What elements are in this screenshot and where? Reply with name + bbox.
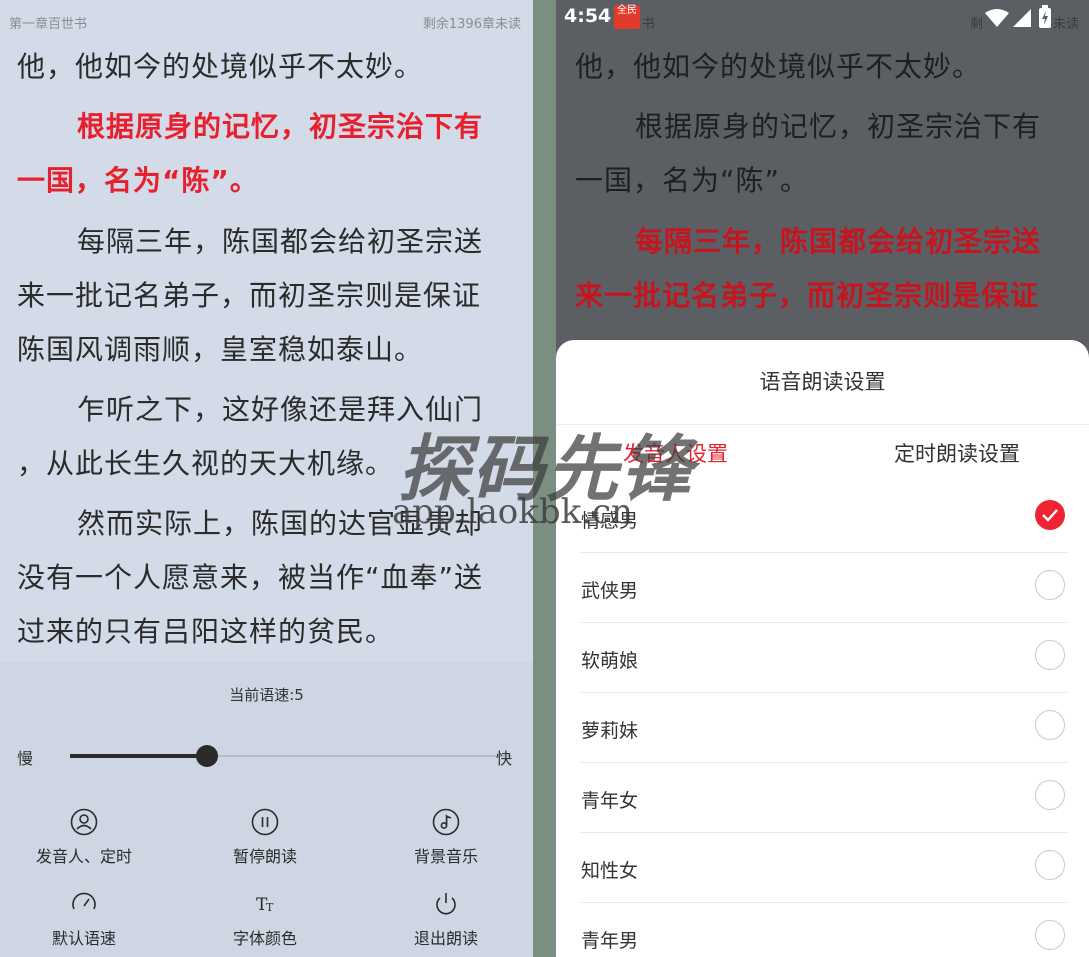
- radio-icon[interactable]: [1035, 570, 1065, 600]
- voice-option[interactable]: 知性女: [581, 832, 1067, 903]
- paragraph: 他，他如今的处境似乎不太妙。: [575, 50, 982, 83]
- paragraph: 根据原身的记忆，初圣宗治下有: [635, 110, 1042, 143]
- unread-partial: 未读: [1053, 17, 1080, 32]
- pause-reading-label: 暂停朗读: [232, 847, 297, 866]
- paragraph: 他，他如今的处境似乎不太妙。: [17, 50, 424, 83]
- music-note-icon: [432, 808, 460, 836]
- chapter-title: 第一章百世书: [9, 17, 88, 32]
- radio-icon[interactable]: [1035, 640, 1065, 670]
- radio-icon[interactable]: [1035, 850, 1065, 880]
- exit-reading-button[interactable]: 退出朗读: [371, 889, 521, 949]
- font-color-button[interactable]: T T 字体颜色: [190, 889, 340, 949]
- paragraph: 过来的只有吕阳这样的贫民。: [17, 615, 395, 648]
- highlighted-paragraph: 一国，名为“陈”。: [17, 164, 259, 197]
- app-badge-icon: 全民: [614, 5, 640, 29]
- power-icon: [436, 893, 456, 915]
- voice-label: 青年男: [581, 930, 639, 952]
- background-music-label: 背景音乐: [413, 847, 478, 866]
- exit-reading-label: 退出朗读: [413, 929, 478, 948]
- chapter-title-partial: 书: [642, 17, 656, 32]
- svg-text:T: T: [266, 901, 274, 914]
- wifi-icon: [985, 9, 1009, 27]
- speedometer-icon: [72, 892, 96, 910]
- sheet-title: 语音朗读设置: [759, 370, 886, 394]
- highlighted-paragraph: 根据原身的记忆，初圣宗治下有: [77, 110, 484, 143]
- slow-label: 慢: [17, 749, 34, 768]
- highlighted-paragraph: 每隔三年，陈国都会给初圣宗送: [635, 225, 1042, 258]
- voice-option[interactable]: 青年男: [581, 902, 1067, 957]
- paragraph: ，从此长生久视的天大机缘。: [17, 447, 395, 480]
- highlighted-paragraph: 来一批记名弟子，而初圣宗则是保证: [575, 279, 1040, 312]
- paragraph: 一国，名为“陈”。: [575, 164, 810, 197]
- voice-option[interactable]: 萝莉妹: [581, 692, 1067, 763]
- speed-slider-fill: [70, 754, 208, 758]
- voice-label: 青年女: [581, 790, 639, 812]
- font-color-label: 字体颜色: [232, 929, 297, 948]
- pause-icon: [251, 808, 279, 836]
- tab-timer-settings[interactable]: 定时朗读设置: [894, 438, 1020, 468]
- status-bar: 4:54 全民 书 剩 未读: [556, 0, 1089, 34]
- remaining-partial: 剩: [970, 17, 984, 32]
- voice-option[interactable]: 武侠男: [581, 552, 1067, 623]
- person-icon: [70, 808, 98, 836]
- battery-icon: [1039, 5, 1051, 28]
- voice-label: 武侠男: [581, 580, 639, 602]
- tts-control-panel: 当前语速:5 慢 快 发音人、定时 暂停朗读 背景音乐 默认语速 T T 字体颜…: [0, 662, 533, 957]
- radio-icon[interactable]: [1035, 920, 1065, 950]
- pause-reading-button[interactable]: 暂停朗读: [190, 807, 340, 867]
- default-speed-button[interactable]: 默认语速: [9, 889, 159, 949]
- voice-label: 萝莉妹: [581, 720, 639, 742]
- voice-label: 软萌娘: [581, 650, 639, 672]
- paragraph: 没有一个人愿意来，被当作“血奉”送: [17, 561, 484, 594]
- paragraph: 陈国风调雨顺，皇室稳如泰山。: [17, 333, 424, 366]
- voice-timer-button[interactable]: 发音人、定时: [9, 807, 159, 867]
- status-time: 4:54: [564, 5, 612, 27]
- signal-icon: [1013, 9, 1031, 27]
- radio-icon[interactable]: [1035, 780, 1065, 810]
- checkmark-icon[interactable]: [1035, 500, 1065, 530]
- background-music-button[interactable]: 背景音乐: [371, 807, 521, 867]
- speed-label: 当前语速:5: [229, 686, 304, 704]
- voice-option[interactable]: 青年女: [581, 762, 1067, 833]
- voice-timer-label: 发音人、定时: [35, 847, 132, 866]
- speed-slider-thumb[interactable]: [196, 745, 219, 767]
- radio-icon[interactable]: [1035, 710, 1065, 740]
- voice-option[interactable]: 软萌娘: [581, 622, 1067, 693]
- text-size-icon: T T: [256, 895, 274, 915]
- remaining-chapters: 剩余1396章未读: [422, 17, 521, 32]
- paragraph: 每隔三年，陈国都会给初圣宗送: [77, 225, 484, 258]
- default-speed-label: 默认语速: [51, 929, 116, 948]
- voice-label: 知性女: [581, 860, 639, 882]
- watermark-url: app.laokbk.cn: [392, 492, 633, 532]
- fast-label: 快: [496, 749, 513, 768]
- paragraph: 来一批记名弟子，而初圣宗则是保证: [17, 279, 482, 312]
